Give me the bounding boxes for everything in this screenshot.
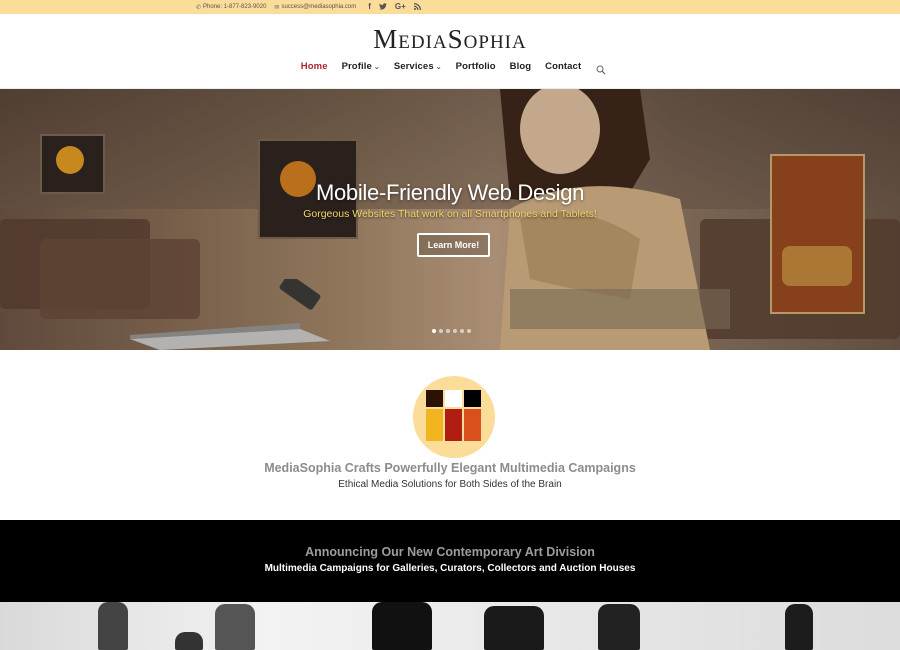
phone-icon: ✆ [196, 4, 202, 11]
facebook-icon[interactable]: f [368, 3, 371, 11]
rss-icon[interactable] [413, 2, 421, 12]
learn-more-button[interactable]: Learn More! [417, 233, 490, 257]
google-plus-icon[interactable]: G+ [395, 3, 406, 11]
twitter-icon[interactable] [378, 2, 387, 12]
slider-dot[interactable] [446, 329, 450, 333]
search-icon[interactable] [596, 62, 606, 74]
nav-profile-label: Profile [341, 61, 372, 72]
slider-dot[interactable] [467, 329, 471, 333]
intro-title: MediaSophia Crafts Powerfully Elegant Mu… [264, 461, 636, 475]
nav-portfolio[interactable]: Portfolio [456, 61, 496, 72]
envelope-icon: ✉ [274, 4, 280, 11]
slider-dot[interactable] [432, 329, 436, 333]
gallery-photo-strip [0, 602, 900, 650]
site-logo[interactable]: MediaSophia [0, 24, 900, 55]
photo-figure [372, 602, 432, 650]
chevron-down-icon: ⌄ [435, 64, 442, 71]
nav-profile[interactable]: Profile ⌄ [342, 61, 380, 72]
logo-word-2: Sophia [447, 24, 527, 54]
photo-figure [484, 606, 544, 650]
nav-contact[interactable]: Contact [545, 61, 581, 72]
slider-dots [432, 329, 474, 333]
chevron-down-icon: ⌄ [373, 64, 380, 71]
email-link[interactable]: success@mediasophia.com [281, 4, 356, 10]
main-nav: Home Profile ⌄ Services ⌄ Portfolio Blog C… [0, 61, 900, 74]
intro-subtitle: Ethical Media Solutions for Both Sides o… [338, 479, 562, 490]
intro-section: MediaSophia Crafts Powerfully Elegant Mu… [0, 350, 900, 520]
phone-text: Phone: 1-877-823-9020 [203, 4, 267, 10]
nav-services[interactable]: Services ⌄ [394, 61, 442, 72]
photo-figure [598, 604, 640, 650]
top-info-bar: ✆ Phone: 1-877-823-9020 ✉ success@medias… [0, 0, 900, 14]
slider-dot[interactable] [439, 329, 443, 333]
photo-figure [785, 604, 813, 650]
logo-word-1: Media [373, 24, 448, 54]
nav-home[interactable]: Home [301, 61, 328, 72]
hero-subtitle: Gorgeous Websites That work on all Smart… [303, 208, 597, 220]
banner-subtitle: Multimedia Campaigns for Galleries, Cura… [264, 563, 636, 574]
nav-services-label: Services [393, 61, 434, 72]
social-links: f G+ [368, 2, 429, 12]
slider-dot[interactable] [460, 329, 464, 333]
photo-figure [215, 604, 255, 650]
hero-title: Mobile-Friendly Web Design [315, 180, 585, 205]
photo-figure [175, 632, 203, 650]
brand-mark-icon [413, 376, 495, 458]
slider-dot[interactable] [453, 329, 457, 333]
nav-blog[interactable]: Blog [510, 61, 532, 72]
phone-info: ✆ Phone: 1-877-823-9020 [196, 4, 266, 11]
photo-figure [98, 602, 128, 650]
site-header: MediaSophia Home Profile ⌄ Services ⌄ Port… [0, 14, 900, 89]
art-division-banner: Announcing Our New Contemporary Art Divi… [0, 520, 900, 602]
hero-slider: Mobile-Friendly Web Design Gorgeous Webs… [0, 89, 900, 350]
banner-title: Announcing Our New Contemporary Art Divi… [305, 545, 595, 559]
email-info[interactable]: ✉ success@mediasophia.com [274, 4, 356, 11]
